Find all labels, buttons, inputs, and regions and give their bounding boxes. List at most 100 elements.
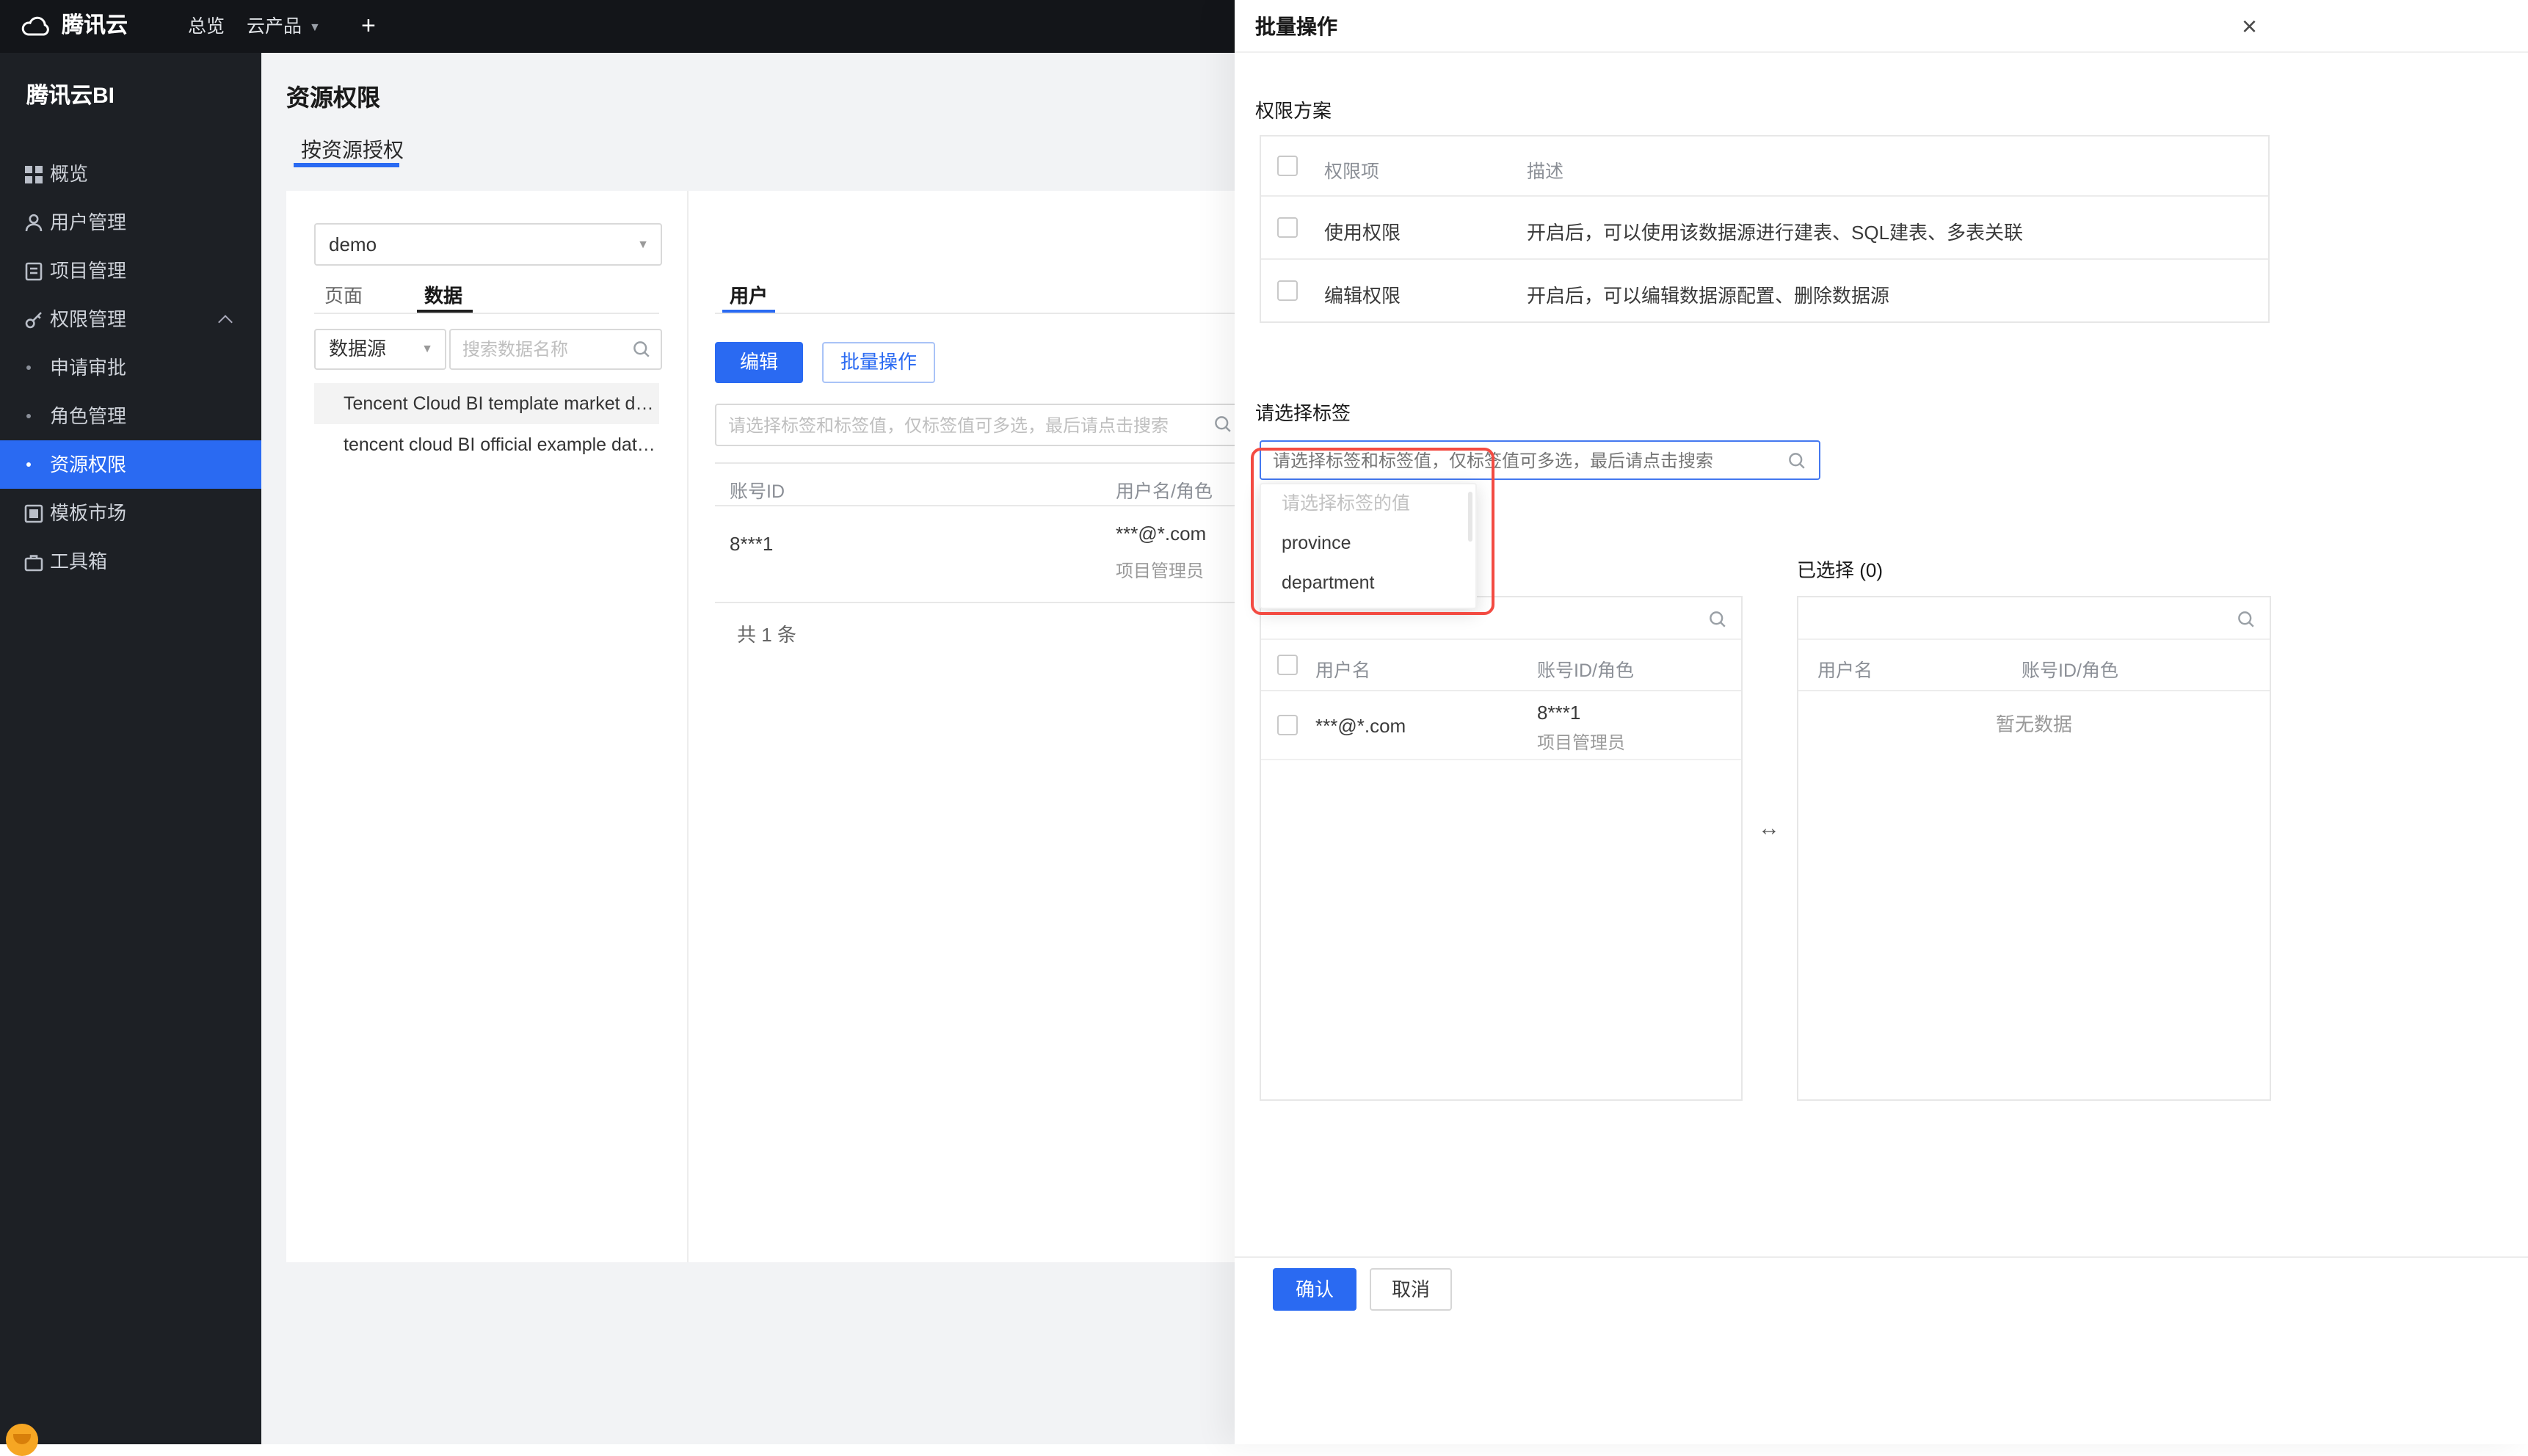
cancel-button[interactable]: 取消: [1370, 1268, 1452, 1311]
cell-account-id: 8***1: [1537, 702, 1581, 724]
brand-title: 腾讯云: [62, 13, 128, 38]
confirm-button[interactable]: 确认: [1273, 1268, 1356, 1311]
search-icon: [1710, 611, 1726, 627]
close-icon[interactable]: ×: [2242, 0, 2257, 53]
batch-operation-button[interactable]: 批量操作: [822, 342, 935, 383]
topnav-overview[interactable]: 总览: [188, 0, 225, 53]
permission-table: 权限项 描述 使用权限 开启后，可以使用该数据源进行建表、SQL建表、多表关联 …: [1260, 135, 2270, 323]
transfer-target-header: 用户名 账号ID/角色: [1798, 640, 2270, 691]
select-tag-label: 请选择标签: [1255, 402, 1351, 424]
permission-desc: 开启后，可以编辑数据源配置、删除数据源: [1527, 285, 1890, 307]
select-all-checkbox[interactable]: [1277, 655, 1298, 675]
sidebar-item-label: 资源权限: [50, 454, 127, 476]
edit-button[interactable]: 编辑: [715, 342, 803, 383]
table-border: [715, 505, 1285, 506]
chevron-down-icon: ▼: [421, 342, 433, 355]
transfer-source-header: 用户名 账号ID/角色: [1261, 640, 1741, 691]
panel-divider: [687, 191, 689, 1262]
sidebar-item-label: 用户管理: [50, 211, 127, 233]
chevron-up-icon: [218, 315, 233, 330]
template-icon: [24, 504, 43, 523]
permission-scheme-label: 权限方案: [1255, 100, 1332, 122]
add-tab-button[interactable]: +: [361, 0, 376, 53]
search-icon: [2238, 611, 2254, 627]
cell-username: ***@*.com: [1315, 715, 1406, 737]
sidebar-item-toolbox[interactable]: 工具箱: [0, 537, 261, 586]
permission-name: 编辑权限: [1324, 285, 1401, 307]
sidebar-item-apply-approval[interactable]: 申请审批: [0, 343, 261, 392]
search-icon: [1215, 416, 1231, 432]
column-header-user-role: 用户名/角色: [1116, 481, 1213, 502]
select-all-checkbox[interactable]: [1277, 156, 1298, 176]
drawer-title: 批量操作: [1255, 15, 1337, 38]
dropdown-option-department[interactable]: department: [1261, 564, 1475, 603]
search-icon: [633, 341, 650, 357]
empty-state-text: 暂无数据: [1995, 713, 2072, 735]
sidebar: 腾讯云BI 概览 用户管理 项目管理 权限管理 申请审批 角色管理 资源权限 模…: [0, 53, 261, 1444]
project-select[interactable]: demo ▼: [314, 223, 662, 266]
sidebar-item-resource-permission[interactable]: 资源权限: [0, 440, 261, 489]
sidebar-item-label: 权限管理: [50, 308, 127, 330]
sidebar-item-template-market[interactable]: 模板市场: [0, 489, 261, 537]
data-search-input[interactable]: [451, 330, 661, 368]
tag-filter-input[interactable]: [1261, 442, 1819, 478]
tabbar-divider: [314, 313, 659, 314]
transfer-source-row[interactable]: ***@*.com 8***1 项目管理员: [1261, 691, 1741, 760]
drawer-header: [1235, 0, 2528, 53]
column-header-username: 用户名: [1817, 660, 1873, 681]
tab-by-resource[interactable]: 按资源授权: [301, 135, 404, 164]
row-checkbox[interactable]: [1277, 715, 1298, 735]
sidebar-item-project-management[interactable]: 项目管理: [0, 247, 261, 295]
project-icon: [25, 262, 43, 281]
cell-role: 项目管理员: [1116, 561, 1205, 581]
tab-data[interactable]: 数据: [424, 280, 462, 308]
topnav-products[interactable]: 云产品 ▼: [247, 0, 321, 54]
column-header-username: 用户名: [1315, 660, 1371, 681]
dropdown-option-province[interactable]: province: [1261, 524, 1475, 564]
tencent-cloud-logo-icon: [21, 16, 49, 36]
permission-row-edit: 编辑权限 开启后，可以编辑数据源配置、删除数据源: [1261, 260, 2268, 323]
chevron-down-icon: ▼: [637, 238, 649, 251]
support-icon[interactable]: [6, 1424, 38, 1456]
active-tab-underline: [294, 163, 399, 167]
cell-username: ***@*.com: [1116, 523, 1207, 545]
chevron-down-icon: ▼: [309, 21, 321, 34]
datasource-select[interactable]: 数据源 ▼: [314, 329, 446, 370]
data-search-field: [449, 329, 662, 370]
project-select-value: demo: [329, 233, 377, 255]
column-header-description: 描述: [1527, 161, 1564, 182]
scrollbar-thumb[interactable]: [1468, 492, 1472, 542]
edit-permission-checkbox[interactable]: [1277, 280, 1298, 301]
column-header-permission: 权限项: [1324, 161, 1380, 182]
datasource-select-value: 数据源: [329, 338, 387, 360]
sidebar-item-overview[interactable]: 概览: [0, 150, 261, 198]
batch-operation-drawer: 批量操作 × 权限方案 权限项 描述 使用权限 开启后，可以使用该数据源进行建表…: [1235, 0, 2528, 1444]
tab-users[interactable]: 用户: [730, 280, 768, 308]
sidebar-item-role-management[interactable]: 角色管理: [0, 392, 261, 440]
tag-search-field: [715, 404, 1246, 446]
active-subtab-underline: [417, 310, 473, 313]
datasource-list-item[interactable]: tencent cloud BI official example data s…: [314, 424, 659, 465]
footer-divider: [1235, 1256, 2528, 1258]
sidebar-item-label: 工具箱: [50, 550, 108, 572]
selected-count-label: 已选择 (0): [1797, 559, 1884, 581]
bullet-icon: [26, 462, 31, 467]
sidebar-item-label: 角色管理: [50, 405, 127, 427]
total-count: 共 1 条: [737, 624, 796, 646]
tag-search-input[interactable]: [716, 405, 1245, 445]
datasource-list-item[interactable]: Tencent Cloud BI template market data...: [314, 383, 659, 424]
tab-page[interactable]: 页面: [324, 280, 363, 308]
column-header-id-role: 账号ID/角色: [1537, 660, 1634, 681]
sidebar-item-label: 项目管理: [50, 260, 127, 282]
table-border: [715, 602, 1285, 603]
transfer-target-search[interactable]: [1798, 597, 2270, 640]
sidebar-item-permission-management[interactable]: 权限管理: [0, 295, 261, 343]
use-permission-checkbox[interactable]: [1277, 217, 1298, 238]
sidebar-item-label: 申请审批: [50, 357, 127, 379]
app-root: 腾讯云 总览 云产品 ▼ + 腾讯云BI 概览 用户管理 项目管理 权限管理 申…: [0, 0, 2528, 1456]
product-title: 腾讯云BI: [26, 84, 115, 109]
sidebar-item-user-management[interactable]: 用户管理: [0, 198, 261, 247]
bullet-icon: [26, 365, 31, 370]
permission-desc: 开启后，可以使用该数据源进行建表、SQL建表、多表关联: [1527, 222, 2024, 244]
table-border: [715, 462, 1285, 464]
